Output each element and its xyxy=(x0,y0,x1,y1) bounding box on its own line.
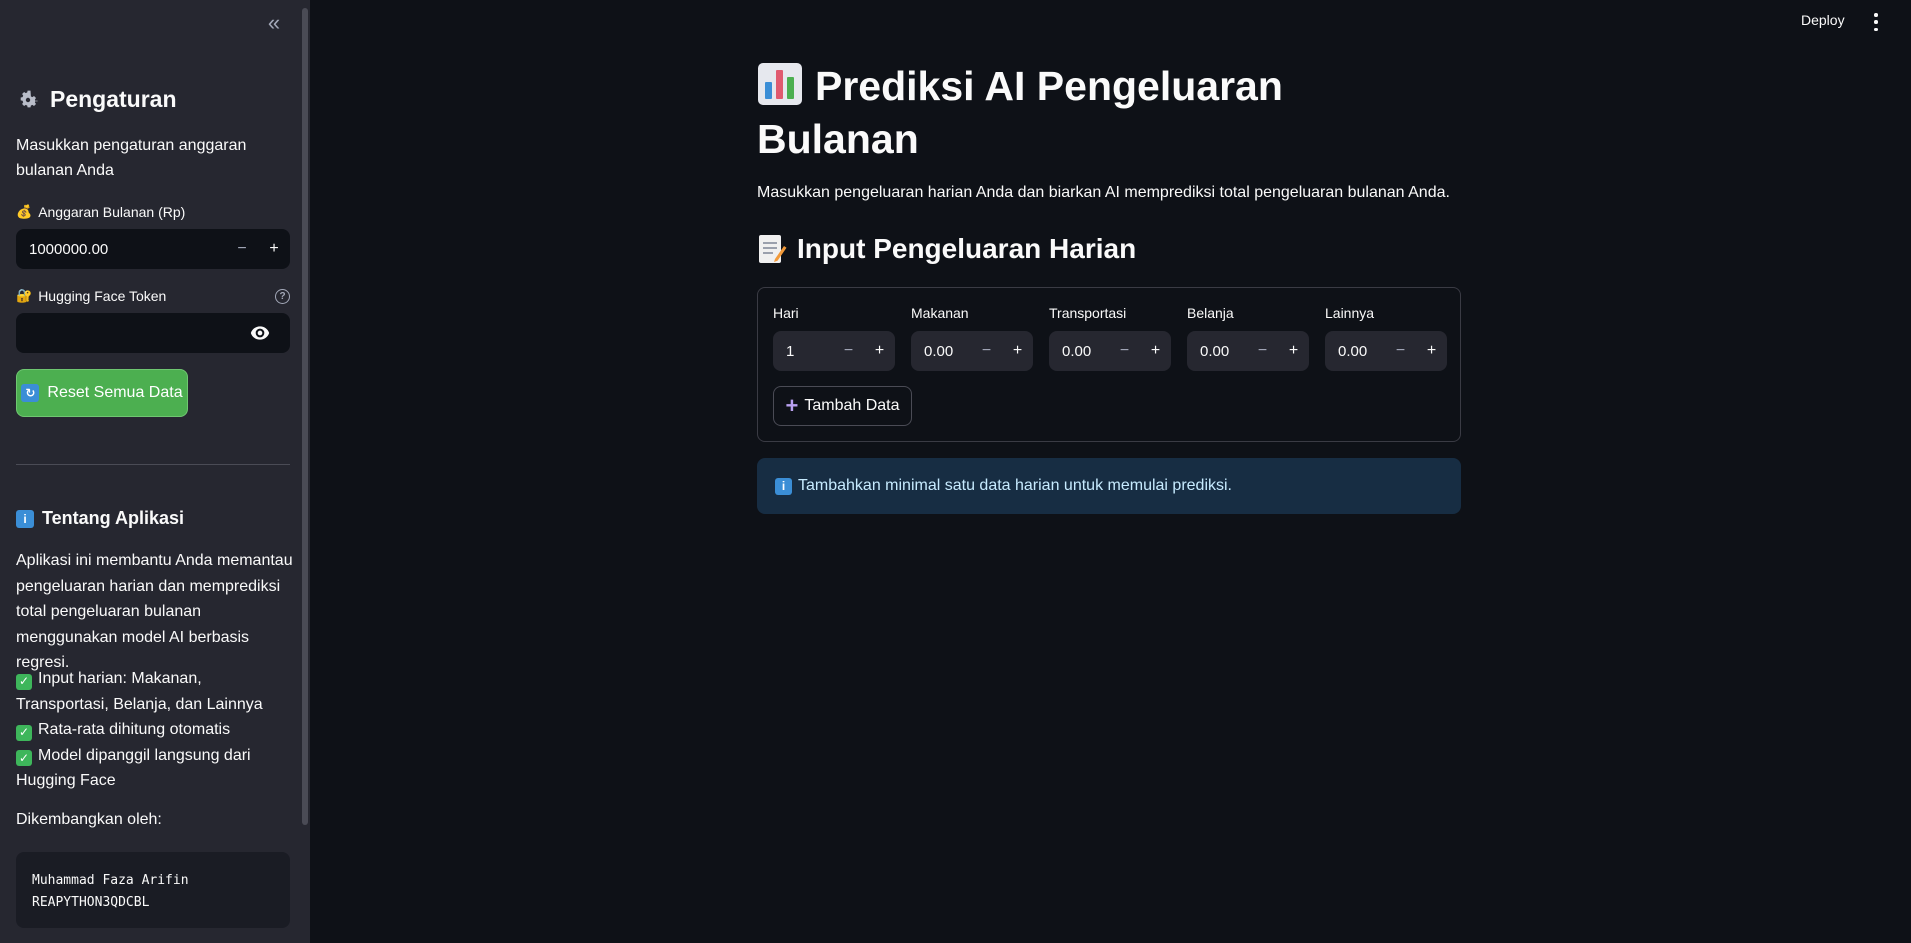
info-icon: i xyxy=(775,477,792,495)
budget-increment-button[interactable]: + xyxy=(258,229,290,269)
makanan-input[interactable]: 0.00 − + xyxy=(911,331,1033,371)
developer-label: Dikembangkan oleh: xyxy=(16,811,162,828)
collapse-sidebar-icon[interactable]: « xyxy=(262,10,286,35)
decrement-button[interactable]: − xyxy=(1385,331,1416,371)
field-lainnya: Lainnya 0.00 − + xyxy=(1325,305,1447,371)
field-value[interactable]: 0.00 xyxy=(1325,343,1385,360)
lainnya-input[interactable]: 0.00 − + xyxy=(1325,331,1447,371)
info-alert: i Tambahkan minimal satu data harian unt… xyxy=(757,458,1461,514)
sidebar: « Pengaturan Masukkan pengaturan anggara… xyxy=(0,0,310,943)
feature-item: ✓ Rata-rata dihitung otomatis xyxy=(16,717,296,743)
field-label: Lainnya xyxy=(1325,305,1375,321)
feature-item: ✓ Model dipanggil langsung dari Hugging F… xyxy=(16,743,296,794)
increment-button[interactable]: + xyxy=(1002,331,1033,371)
field-belanja: Belanja 0.00 − + xyxy=(1187,305,1309,371)
developer-id: REAPYTHON3QDCBL xyxy=(32,895,150,910)
budget-decrement-button[interactable]: − xyxy=(226,229,258,269)
section-title: Input Pengeluaran Harian xyxy=(757,233,1136,265)
decrement-button[interactable]: − xyxy=(971,331,1002,371)
hari-input[interactable]: 1 − + xyxy=(773,331,895,371)
field-label: Makanan xyxy=(911,305,969,321)
checkmark-icon: ✓ xyxy=(16,750,32,767)
feature-item: ✓ Input harian: Makanan, Transportasi, Be… xyxy=(16,666,296,717)
decrement-button[interactable]: − xyxy=(1109,331,1140,371)
help-icon[interactable]: ? xyxy=(275,289,290,304)
info-message: Tambahkan minimal satu data harian untuk… xyxy=(798,477,1232,494)
sidebar-scrollbar-thumb[interactable] xyxy=(302,8,308,825)
field-value[interactable]: 0.00 xyxy=(911,343,971,360)
developer-name: Muhammad Faza Arifin xyxy=(32,873,189,888)
budget-value[interactable]: 1000000.00 xyxy=(16,241,226,258)
decrement-button[interactable]: − xyxy=(833,331,864,371)
sidebar-description: Masukkan pengaturan anggaran bulanan And… xyxy=(16,137,247,179)
bar-chart-icon xyxy=(758,63,802,105)
page-title-text: Prediksi AI Pengeluaran Bulanan xyxy=(757,63,1283,162)
developer-code-block: Muhammad Faza Arifin REAPYTHON3QDCBL xyxy=(16,852,290,928)
field-value[interactable]: 0.00 xyxy=(1049,343,1109,360)
add-data-button[interactable]: + Tambah Data xyxy=(773,386,912,426)
checkmark-icon: ✓ xyxy=(16,724,32,741)
about-title: i Tentang Aplikasi xyxy=(16,508,184,529)
page-title: Prediksi AI Pengeluaran Bulanan xyxy=(757,60,1357,166)
reset-button[interactable]: ↻ Reset Semua Data xyxy=(16,369,188,417)
field-hari: Hari 1 − + xyxy=(773,305,895,371)
increment-button[interactable]: + xyxy=(1416,331,1447,371)
sidebar-divider xyxy=(16,464,290,465)
field-value[interactable]: 0.00 xyxy=(1187,343,1247,360)
decrement-button[interactable]: − xyxy=(1247,331,1278,371)
field-label: Transportasi xyxy=(1049,305,1127,321)
field-label: Hari xyxy=(773,305,799,321)
memo-icon xyxy=(759,235,787,263)
token-input[interactable] xyxy=(16,313,290,353)
main-menu-icon[interactable] xyxy=(1870,13,1882,31)
belanja-input[interactable]: 0.00 − + xyxy=(1187,331,1309,371)
increment-button[interactable]: + xyxy=(864,331,895,371)
plus-icon: + xyxy=(785,393,799,418)
feature-text: Input harian: Makanan, Transportasi, Bel… xyxy=(16,670,263,713)
budget-label-text: Anggaran Bulanan (Rp) xyxy=(38,204,186,220)
checkmark-icon: ✓ xyxy=(16,673,32,690)
info-icon: i xyxy=(16,509,34,528)
budget-label: 💰 Anggaran Bulanan (Rp) xyxy=(16,204,185,220)
deploy-button[interactable]: Deploy xyxy=(1801,12,1845,28)
transportasi-input[interactable]: 0.00 − + xyxy=(1049,331,1171,371)
field-makanan: Makanan 0.00 − + xyxy=(911,305,1033,371)
increment-button[interactable]: + xyxy=(1140,331,1171,371)
lock-icon: 🔐 xyxy=(16,288,33,303)
about-title-text: Tentang Aplikasi xyxy=(42,508,185,528)
token-label: 🔐 Hugging Face Token xyxy=(16,288,166,304)
about-text: Aplikasi ini membantu Anda memantau peng… xyxy=(16,552,293,671)
token-label-text: Hugging Face Token xyxy=(38,288,167,304)
page-description: Masukkan pengeluaran harian Anda dan bia… xyxy=(757,184,1450,201)
add-data-label: Tambah Data xyxy=(804,397,900,414)
daily-input-form: Hari 1 − + Makanan 0.00 − + Transportasi… xyxy=(757,287,1461,442)
sidebar-title: Pengaturan xyxy=(16,86,177,113)
budget-input[interactable]: 1000000.00 − + xyxy=(16,229,290,269)
sidebar-title-text: Pengaturan xyxy=(50,86,177,112)
field-value[interactable]: 1 xyxy=(773,343,833,360)
refresh-icon: ↻ xyxy=(21,384,40,402)
feature-text: Rata-rata dihitung otomatis xyxy=(38,721,231,738)
field-label: Belanja xyxy=(1187,305,1234,321)
field-transportasi: Transportasi 0.00 − + xyxy=(1049,305,1171,371)
reset-button-label: Reset Semua Data xyxy=(47,384,183,401)
gear-icon xyxy=(20,90,38,107)
feature-text: Model dipanggil langsung dari Hugging Fa… xyxy=(16,746,251,790)
eye-icon[interactable] xyxy=(250,324,270,342)
money-bag-icon: 💰 xyxy=(16,204,33,219)
feature-list: ✓ Input harian: Makanan, Transportasi, Be… xyxy=(16,666,296,794)
increment-button[interactable]: + xyxy=(1278,331,1309,371)
section-title-text: Input Pengeluaran Harian xyxy=(797,233,1137,264)
